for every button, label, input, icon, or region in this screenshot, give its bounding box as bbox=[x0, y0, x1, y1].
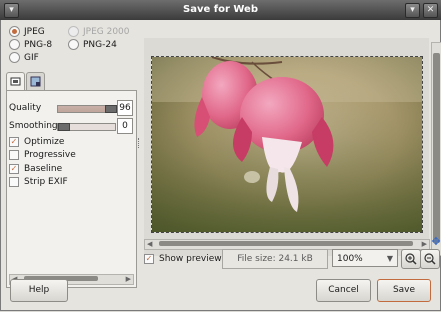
zoom-out-button[interactable] bbox=[420, 249, 440, 269]
close-icon[interactable]: ✕ bbox=[423, 3, 438, 18]
radio-jpeg2000: JPEG 2000 bbox=[68, 25, 130, 38]
settings-tab-icon bbox=[10, 77, 21, 86]
save-button[interactable]: Save bbox=[377, 279, 431, 302]
radio-label-png8: PNG-8 bbox=[24, 39, 53, 50]
preview-image bbox=[151, 56, 423, 233]
check-indicator: ✓ bbox=[9, 137, 19, 147]
title-bar: ▾ Save for Web ▾ ✕ bbox=[0, 0, 441, 20]
radio-gif[interactable]: GIF bbox=[9, 51, 39, 64]
smoothing-slider[interactable] bbox=[57, 123, 116, 131]
scroll-thumb[interactable] bbox=[433, 53, 440, 243]
quality-value-field[interactable]: 96 bbox=[117, 100, 133, 116]
quality-slider-handle[interactable] bbox=[105, 105, 117, 113]
quality-slider[interactable] bbox=[57, 105, 117, 113]
zoom-select[interactable]: 100% ▼ bbox=[332, 249, 398, 267]
window-title: Save for Web bbox=[183, 4, 258, 15]
check-indicator: ✓ bbox=[9, 164, 19, 174]
zoom-out-icon bbox=[424, 253, 436, 265]
quality-label: Quality bbox=[9, 103, 42, 113]
radio-indicator bbox=[68, 26, 79, 37]
pane-splitter[interactable] bbox=[138, 138, 142, 148]
metadata-tab-icon bbox=[30, 76, 41, 87]
preview-photo bbox=[152, 57, 422, 232]
radio-indicator bbox=[9, 39, 20, 50]
preview-vscrollbar[interactable] bbox=[431, 42, 441, 256]
check-indicator: ✓ bbox=[144, 254, 154, 264]
show-preview-checkbox[interactable]: ✓ Show preview bbox=[144, 253, 222, 265]
zoom-in-button[interactable] bbox=[401, 249, 421, 269]
smoothing-label: Smoothing bbox=[9, 121, 58, 131]
chevron-down-icon: ▼ bbox=[386, 254, 393, 263]
show-preview-label: Show preview bbox=[159, 254, 222, 264]
progressive-label: Progressive bbox=[24, 150, 76, 160]
radio-label-jpeg: JPEG bbox=[24, 26, 45, 37]
cancel-button[interactable]: Cancel bbox=[316, 279, 371, 302]
radio-png24[interactable]: PNG-24 bbox=[68, 38, 117, 51]
smoothing-slider-handle[interactable] bbox=[58, 123, 70, 131]
optimize-checkbox[interactable]: ✓ Optimize bbox=[9, 136, 64, 148]
settings-panel: Quality 96 Smoothing 0 ✓ Optimize Progre… bbox=[6, 90, 137, 288]
scroll-left-icon[interactable]: ◀ bbox=[147, 240, 152, 248]
scroll-thumb[interactable] bbox=[159, 241, 413, 246]
radio-indicator bbox=[9, 26, 20, 37]
scroll-right-icon[interactable]: ▶ bbox=[422, 240, 427, 248]
progressive-checkbox[interactable]: Progressive bbox=[9, 149, 76, 161]
baseline-checkbox[interactable]: ✓ Baseline bbox=[9, 163, 62, 175]
radio-indicator bbox=[9, 52, 20, 63]
check-indicator bbox=[9, 150, 19, 160]
radio-label-png24: PNG-24 bbox=[83, 39, 117, 50]
navigate-icon[interactable]: ✥ bbox=[430, 236, 441, 248]
tab-settings[interactable] bbox=[6, 72, 25, 91]
zoom-value: 100% bbox=[337, 254, 363, 264]
radio-jpeg[interactable]: JPEG bbox=[9, 25, 45, 38]
optimize-label: Optimize bbox=[24, 137, 65, 147]
help-button[interactable]: Help bbox=[10, 279, 68, 302]
check-indicator bbox=[9, 177, 19, 187]
tab-metadata[interactable] bbox=[26, 72, 45, 90]
smoothing-value-field[interactable]: 0 bbox=[117, 118, 133, 134]
strip-exif-checkbox[interactable]: Strip EXIF bbox=[9, 176, 68, 188]
file-size-display: File size: 24.1 kB bbox=[222, 249, 328, 269]
preview-area: ◀ ▶ bbox=[144, 38, 430, 256]
radio-png8[interactable]: PNG-8 bbox=[9, 38, 52, 51]
radio-label-gif: GIF bbox=[24, 52, 39, 63]
radio-label-jpeg2000: JPEG 2000 bbox=[83, 26, 130, 37]
scroll-right-icon[interactable]: ▶ bbox=[126, 275, 131, 283]
strip-exif-label: Strip EXIF bbox=[24, 177, 68, 187]
baseline-label: Baseline bbox=[24, 164, 63, 174]
zoom-in-icon bbox=[405, 253, 417, 265]
minimize-icon[interactable]: ▾ bbox=[405, 3, 420, 18]
dialog-body: JPEG JPEG 2000 PNG-8 PNG-24 GIF Quality … bbox=[0, 20, 441, 311]
radio-indicator bbox=[68, 39, 79, 50]
